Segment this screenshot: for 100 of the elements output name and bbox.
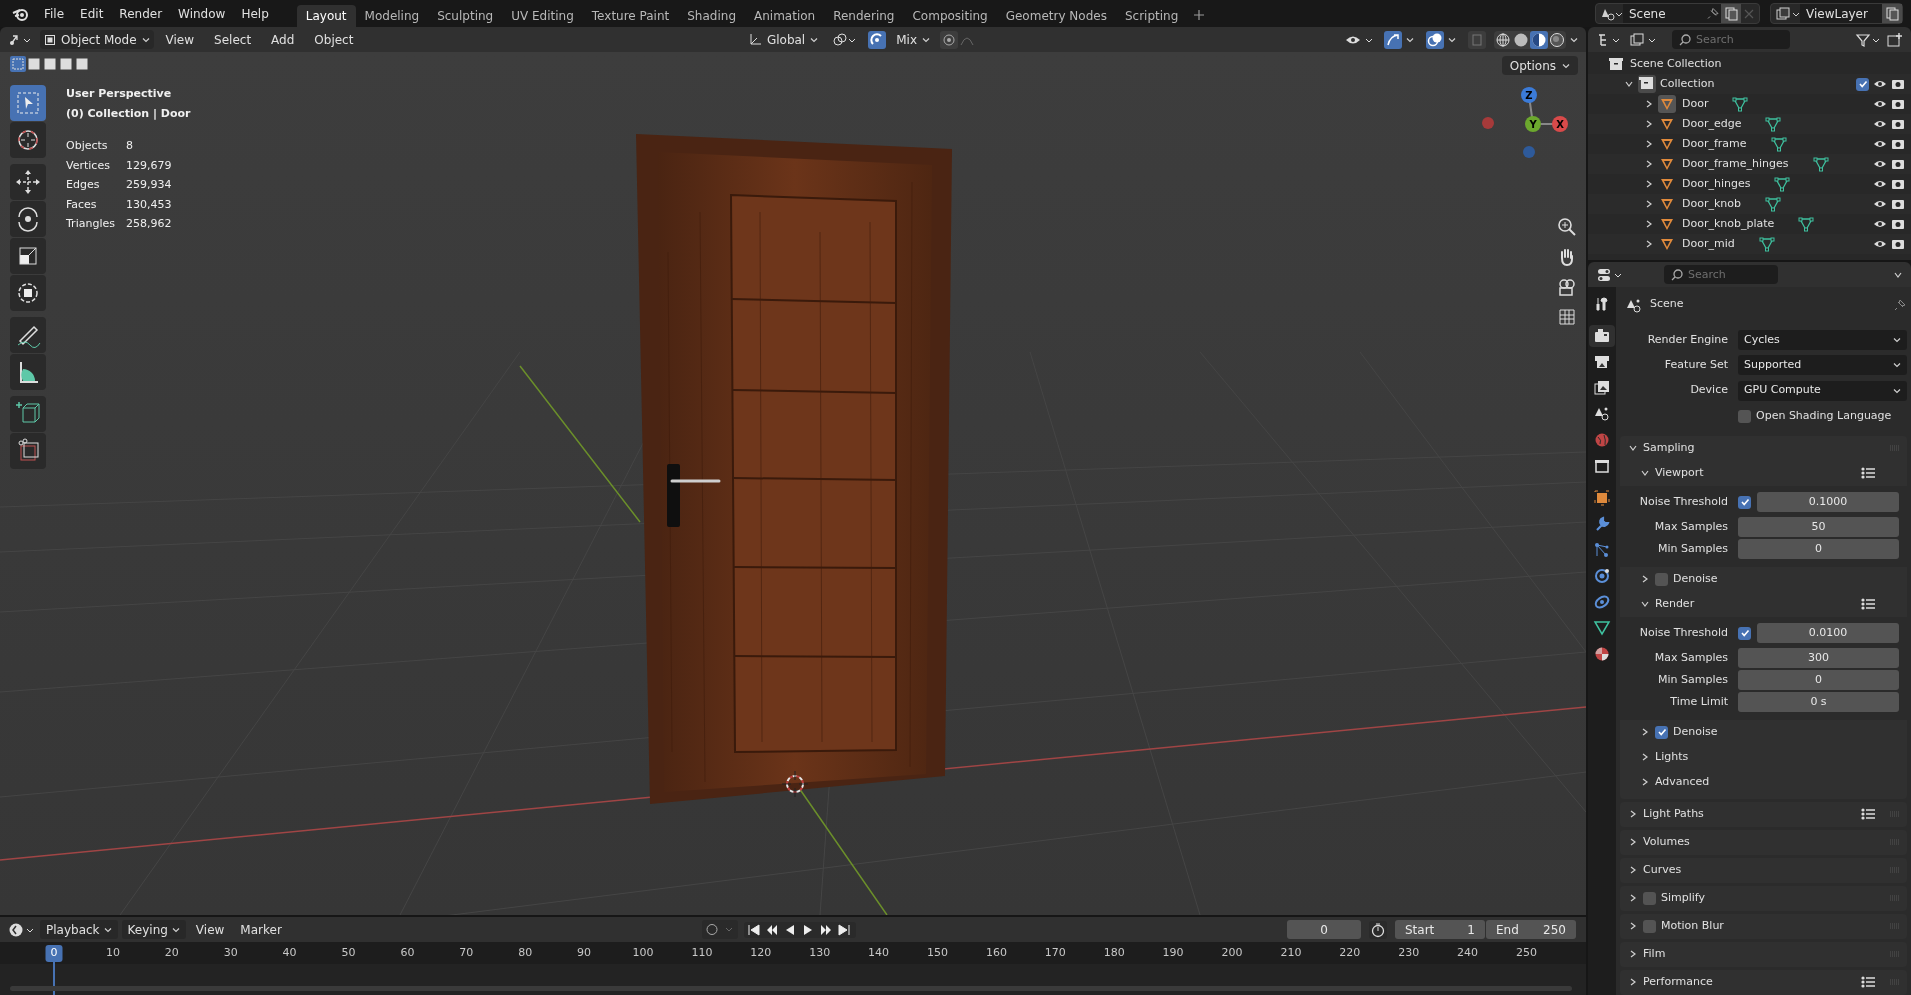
start-frame-field[interactable]: Start 1 <box>1395 920 1485 939</box>
search-field[interactable]: Search <box>1672 30 1790 49</box>
shading-material-icon[interactable] <box>1530 30 1548 49</box>
mesh-data-icon[interactable] <box>1798 216 1815 232</box>
object-label[interactable]: Door_knob_plate <box>1682 215 1775 233</box>
mesh-data-icon[interactable] <box>1812 156 1829 172</box>
menu-item[interactable]: Render <box>111 4 171 23</box>
checkbox-label[interactable]: Open Shading Language <box>1756 407 1892 425</box>
select-mode-icon[interactable] <box>58 56 74 72</box>
select-mode-icon[interactable] <box>42 56 58 72</box>
scene-collection-label[interactable]: Scene Collection <box>1630 55 1722 73</box>
eye-icon[interactable] <box>1873 198 1887 210</box>
object-label[interactable]: Door_knob <box>1682 195 1741 213</box>
menu-item[interactable]: Help <box>233 4 277 23</box>
clock-icon[interactable] <box>8 921 36 938</box>
checkbox[interactable] <box>1738 409 1751 423</box>
chevron-right-icon[interactable] <box>1640 752 1650 763</box>
outliner-type-icon[interactable] <box>1596 31 1622 48</box>
eye-icon[interactable] <box>1873 238 1887 250</box>
panel-title[interactable]: Performance <box>1643 974 1855 991</box>
panel-title[interactable]: Light Paths <box>1643 806 1855 823</box>
select-mode-icon[interactable] <box>74 56 90 72</box>
scrollbar[interactable] <box>10 986 1572 991</box>
pencil-icon[interactable] <box>10 317 46 353</box>
dropdown[interactable]: Supported <box>1738 355 1907 376</box>
scissors-icon[interactable] <box>10 433 46 469</box>
add-icon[interactable] <box>1193 9 1206 21</box>
menu-item[interactable]: Keying <box>121 920 186 939</box>
select-mode-icon[interactable] <box>26 56 42 72</box>
chevron-right-icon[interactable] <box>1628 893 1638 904</box>
number-field[interactable]: 0 <box>1738 539 1899 560</box>
camera-icon[interactable] <box>1891 118 1905 130</box>
mode-dropdown[interactable]: Object Mode <box>40 30 154 49</box>
properties-type-icon[interactable] <box>1596 266 1624 283</box>
camera-icon[interactable] <box>1891 178 1905 190</box>
list-icon[interactable] <box>1860 807 1876 822</box>
menu-item[interactable]: Edit <box>72 4 112 23</box>
mesh-data-icon[interactable] <box>1765 196 1781 212</box>
checkbox[interactable] <box>1655 726 1668 739</box>
overlay-icon[interactable] <box>1426 30 1444 49</box>
workspace-tab[interactable]: Shading <box>678 5 745 27</box>
checkbox[interactable] <box>1655 573 1668 586</box>
ruler-icon[interactable] <box>10 354 46 390</box>
add-cube-icon[interactable] <box>10 396 46 432</box>
eye-icon[interactable] <box>1873 78 1887 90</box>
menu-item[interactable]: Object <box>306 30 362 49</box>
chevron-right-icon[interactable] <box>1640 727 1650 738</box>
eye-icon[interactable] <box>1873 158 1887 170</box>
grid-icon[interactable] <box>1556 306 1578 328</box>
eye-icon[interactable] <box>1873 218 1887 230</box>
menu-item[interactable]: View <box>189 920 231 939</box>
workspace-tab[interactable]: Texture Paint <box>582 5 679 27</box>
transform-icon[interactable] <box>10 275 46 311</box>
rotate-icon[interactable] <box>10 201 46 237</box>
camera-icon[interactable] <box>1891 238 1905 250</box>
display-mode-icon[interactable] <box>1628 31 1658 48</box>
menu-item[interactable]: Playback <box>40 920 118 939</box>
dropdown[interactable]: GPU Compute <box>1738 380 1907 401</box>
search-field[interactable]: Search <box>1664 265 1778 284</box>
move-icon[interactable] <box>10 164 46 200</box>
camera-icon[interactable] <box>1891 78 1905 90</box>
list-icon[interactable] <box>1860 975 1876 990</box>
zoom-icon[interactable] <box>1556 216 1578 238</box>
chevron-right-icon[interactable] <box>1628 921 1638 932</box>
shading-wireframe-icon[interactable] <box>1494 30 1512 49</box>
proportional-edit-icon[interactable] <box>940 30 976 49</box>
number-field[interactable]: 50 <box>1738 517 1899 538</box>
panel-title[interactable]: Denoise <box>1673 724 1876 741</box>
workspace-tab[interactable]: Sculpting <box>428 5 503 27</box>
options-button[interactable]: Options <box>1501 56 1578 75</box>
dropdown[interactable]: Cycles <box>1738 330 1907 351</box>
eye-icon[interactable] <box>1873 98 1887 110</box>
object-label[interactable]: Door_edge <box>1682 115 1742 133</box>
object-label[interactable]: Door_mid <box>1682 235 1735 253</box>
chevron-right-icon[interactable] <box>1628 837 1638 848</box>
workspace-tab[interactable]: Rendering <box>824 5 904 27</box>
cursor-icon[interactable] <box>10 122 46 158</box>
shading-rendered-icon[interactable] <box>1548 30 1566 49</box>
list-icon[interactable] <box>1860 597 1876 612</box>
checkbox[interactable] <box>1856 77 1869 91</box>
panel-title[interactable]: Advanced <box>1655 774 1876 791</box>
camera-icon[interactable] <box>1891 138 1905 150</box>
panel-title[interactable]: Denoise <box>1673 571 1876 588</box>
eye-icon[interactable] <box>1873 118 1887 130</box>
camera-back-icon[interactable] <box>1589 325 1615 347</box>
panel-title[interactable]: Lights <box>1655 749 1876 766</box>
checkbox[interactable] <box>1738 496 1751 509</box>
panel-title[interactable]: Film <box>1643 946 1876 963</box>
blender-logo-icon[interactable] <box>12 6 28 21</box>
number-field[interactable]: 0.0100 <box>1757 623 1899 644</box>
panel-title[interactable]: Motion Blur <box>1661 918 1876 935</box>
end-frame-field[interactable]: End 250 <box>1486 920 1576 939</box>
list-icon[interactable] <box>1860 466 1876 481</box>
menu-item[interactable]: Add <box>263 30 303 49</box>
menu-item[interactable]: View <box>157 30 203 49</box>
checkbox[interactable] <box>1643 892 1656 905</box>
mesh-data-icon[interactable] <box>1758 236 1775 252</box>
chevron-right-icon[interactable] <box>1628 977 1638 988</box>
object-label[interactable]: Door_frame_hinges <box>1682 155 1789 173</box>
workspace-tab[interactable]: UV Editing <box>502 5 583 27</box>
